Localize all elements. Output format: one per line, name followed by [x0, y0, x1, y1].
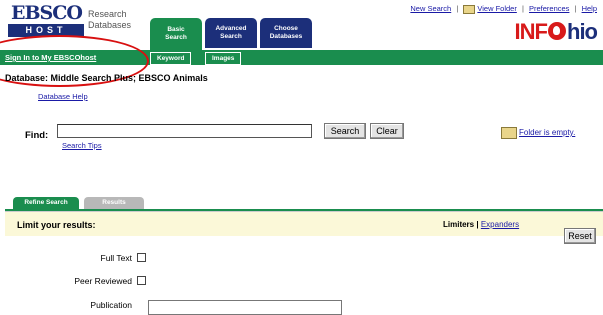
tab-choose-databases[interactable]: Choose Databases [260, 18, 312, 48]
search-tabs: Basic Search Advanced Search Choose Data… [150, 18, 312, 50]
publication-label: Publication [90, 300, 132, 310]
infohio-ohio-icon [548, 22, 566, 40]
subtab-keyword[interactable]: Keyword [150, 52, 192, 65]
database-label: Database: Middle Search Plus; EBSCO Anim… [5, 73, 208, 83]
research-databases-label: Research Databases [88, 9, 131, 31]
subtab-images[interactable]: Images [205, 52, 242, 65]
help-link[interactable]: Help [582, 4, 597, 13]
link-separator: | [456, 4, 459, 13]
tab-choose-line2: Databases [269, 33, 303, 40]
find-label: Find: [25, 130, 49, 141]
view-folder-link[interactable]: View Folder [477, 4, 516, 13]
tab-refine-search[interactable]: Refine Search [13, 197, 79, 209]
peer-reviewed-label: Peer Reviewed [74, 276, 132, 286]
infohio-logo: INF hio [514, 19, 598, 44]
ebscohost-logo[interactable]: EBSCO HOST [8, 4, 84, 38]
top-links: New Search | View Folder | Preferences |… [410, 4, 597, 14]
infohio-right-text: hio [567, 19, 598, 44]
tab-choose-line1: Choose [274, 25, 298, 32]
limiters-expanders: Limiters | Expanders [443, 220, 519, 229]
folder-status[interactable]: Folder is empty. [501, 127, 575, 139]
full-text-checkbox[interactable] [137, 253, 146, 262]
tab-advanced-search[interactable]: Advanced Search [205, 18, 257, 48]
search-tips-link[interactable]: Search Tips [62, 141, 102, 150]
infohio-left-text: INF [514, 19, 548, 44]
research-line1: Research [88, 9, 127, 19]
limit-heading: Limit your results: [17, 220, 96, 230]
research-line2: Databases [88, 20, 132, 30]
link-separator: | [521, 4, 524, 13]
limiters-label: Limiters [443, 220, 475, 229]
limit-header-bar: Limit your results: Limiters | Expanders [5, 211, 603, 236]
tab-basic-line2: Search [165, 34, 187, 41]
tab-basic-search[interactable]: Basic Search [150, 18, 202, 50]
folder-status-text[interactable]: Folder is empty. [519, 128, 575, 137]
search-button[interactable]: Search [324, 123, 366, 139]
new-search-link[interactable]: New Search [410, 4, 451, 13]
folder-icon [501, 127, 517, 139]
tab-advanced-line1: Advanced [215, 25, 247, 32]
link-separator: | [574, 4, 577, 13]
clear-button[interactable]: Clear [370, 123, 404, 139]
folder-icon [463, 4, 476, 14]
tab-basic-line1: Basic [167, 26, 185, 33]
expanders-link[interactable]: Expanders [481, 220, 519, 229]
limit-separator: | [476, 220, 479, 229]
tab-results[interactable]: Results [84, 197, 144, 209]
database-help-link[interactable]: Database Help [38, 92, 88, 101]
find-input[interactable] [57, 124, 312, 138]
reset-button[interactable]: Reset [564, 228, 596, 244]
peer-reviewed-checkbox[interactable] [137, 276, 146, 285]
logo-top-text: EBSCO [8, 4, 84, 23]
preferences-link[interactable]: Preferences [529, 4, 569, 13]
full-text-label: Full Text [100, 253, 133, 263]
tab-advanced-line2: Search [220, 33, 242, 40]
